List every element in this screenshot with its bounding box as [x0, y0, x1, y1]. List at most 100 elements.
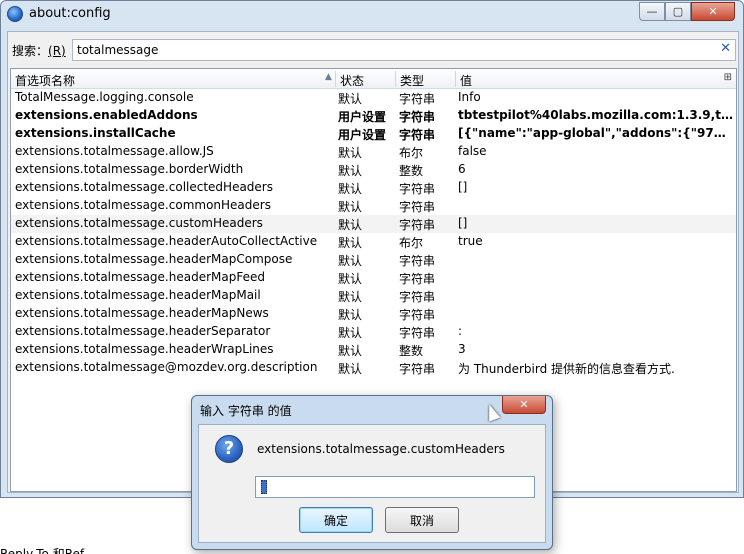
search-accesskey: (R): [48, 44, 66, 58]
table-row[interactable]: TotalMessage.logging.console 默认 字符串 Info: [11, 89, 736, 107]
cell-name: extensions.totalmessage.borderWidth: [15, 162, 244, 176]
cell-type: 字符串: [399, 128, 436, 142]
table-row[interactable]: extensions.totalmessage.borderWidth 默认 整数 6: [11, 161, 736, 179]
table-row[interactable]: extensions.totalmessage.customHeaders 默认 字…: [11, 215, 736, 233]
cell-type: 布尔: [399, 236, 424, 250]
column-separator[interactable]: [395, 71, 396, 87]
table-row[interactable]: extensions.totalmessage.headerMapFeed 默认 字…: [11, 269, 736, 287]
search-label: 搜索：(R): [12, 42, 66, 59]
cell-type: 布尔: [399, 146, 424, 160]
close-button[interactable]: ✕: [691, 2, 735, 21]
cell-status: 默认: [338, 164, 363, 178]
table-row[interactable]: extensions.totalmessage.collectedHeaders…: [11, 179, 736, 197]
cell-type: 字符串: [399, 218, 436, 232]
cell-name: extensions.totalmessage@mozdev.org.descr…: [15, 360, 318, 374]
sort-ascending-icon: ▲: [325, 72, 332, 82]
table-header: 首选项名称 ▲ 状态 类型 值 ⊞: [11, 69, 736, 89]
cell-status: 默认: [338, 344, 363, 358]
table-row[interactable]: extensions.totalmessage.allow.JS 默认 布尔 fals…: [11, 143, 736, 161]
cell-status: 默认: [338, 308, 363, 322]
cell-value: 6: [458, 162, 466, 176]
dialog-message: extensions.totalmessage.customHeaders: [257, 442, 505, 456]
table-row[interactable]: extensions.totalmessage.headerWrapLines 默…: [11, 341, 736, 359]
search-label-text: 搜索：: [12, 44, 49, 58]
cell-status: 用户设置: [338, 128, 387, 142]
ok-button[interactable]: 确定: [299, 507, 373, 533]
question-icon: ?: [215, 435, 243, 463]
dialog-close-button[interactable]: ✕: [502, 396, 546, 414]
cell-type: 字符串: [399, 110, 436, 124]
title-bar[interactable]: about:config — ▢ ✕: [1, 1, 743, 29]
background-page-text: Reply-To 和Ref...: [0, 547, 95, 554]
cell-status: 默认: [338, 254, 363, 268]
cell-name: extensions.totalmessage.headerWrapLines: [15, 342, 274, 356]
column-header-type[interactable]: 类型: [400, 72, 424, 89]
table-row[interactable]: extensions.totalmessage.headerMapNews 默认 字…: [11, 305, 736, 323]
search-input[interactable]: [77, 42, 707, 58]
cell-name: extensions.totalmessage.headerMapCompose: [15, 252, 293, 266]
table-row[interactable]: extensions.enabledAddons 用户设置 字符串 tbtestpil…: [11, 107, 736, 125]
cell-type: 字符串: [399, 200, 436, 214]
column-separator[interactable]: [455, 71, 456, 87]
table-row[interactable]: extensions.totalmessage.headerMapCompose…: [11, 251, 736, 269]
text-caret: [261, 480, 267, 494]
cell-status: 默认: [338, 362, 363, 376]
cell-name: extensions.totalmessage.headerMapFeed: [15, 270, 265, 284]
cell-name: extensions.installCache: [15, 126, 176, 140]
cell-value: 3: [458, 342, 466, 356]
cell-status: 默认: [338, 146, 363, 160]
table-row[interactable]: extensions.installCache 用户设置 字符串 [{"name":"…: [11, 125, 736, 143]
cell-status: 默认: [338, 326, 363, 340]
cell-status: 默认: [338, 236, 363, 250]
value-input[interactable]: [255, 476, 535, 498]
cancel-button[interactable]: 取消: [385, 507, 459, 533]
cell-type: 整数: [399, 344, 424, 358]
edit-string-dialog: 输入 字符串 的值 ✕ ? extensions.totalmessage.cu…: [191, 395, 553, 550]
search-box[interactable]: ✕: [72, 39, 736, 61]
maximize-button[interactable]: ▢: [665, 2, 691, 21]
column-header-name[interactable]: 首选项名称: [15, 72, 75, 89]
column-separator[interactable]: [335, 71, 336, 87]
cell-value: false: [458, 144, 487, 158]
cell-name: extensions.totalmessage.commonHeaders: [15, 198, 271, 212]
cell-status: 默认: [338, 200, 363, 214]
cell-status: 用户设置: [338, 110, 387, 124]
column-header-status[interactable]: 状态: [340, 72, 364, 89]
cell-value: Info: [458, 90, 481, 104]
column-header-value[interactable]: 值: [460, 72, 472, 89]
window-title: about:config: [29, 6, 111, 21]
cell-name: extensions.totalmessage.headerMapMail: [15, 288, 261, 302]
cell-type: 字符串: [399, 290, 436, 304]
cell-name: extensions.totalmessage.collectedHeaders: [15, 180, 273, 194]
cell-name: extensions.enabledAddons: [15, 108, 198, 122]
clear-search-icon[interactable]: ✕: [720, 41, 731, 56]
cell-status: 默认: [338, 182, 363, 196]
dialog-body: ? extensions.totalmessage.customHeaders …: [198, 424, 546, 543]
cell-value: :: [458, 324, 463, 338]
minimize-button[interactable]: —: [639, 2, 665, 21]
column-picker-icon[interactable]: ⊞: [724, 72, 732, 83]
cell-value: true: [458, 234, 483, 248]
cell-name: extensions.totalmessage.customHeaders: [15, 216, 263, 230]
cell-type: 字符串: [399, 272, 436, 286]
table-body: TotalMessage.logging.console 默认 字符串 Info ext…: [11, 89, 736, 377]
table-row[interactable]: extensions.totalmessage.headerMapMail 默认 字…: [11, 287, 736, 305]
cell-value: []: [458, 216, 468, 230]
table-row[interactable]: extensions.totalmessage.commonHeaders 默认 字…: [11, 197, 736, 215]
cell-status: 默认: [338, 92, 363, 106]
cell-type: 字符串: [399, 362, 436, 376]
table-row[interactable]: extensions.totalmessage@mozdev.org.descr…: [11, 359, 736, 377]
cell-status: 默认: [338, 290, 363, 304]
cell-name: extensions.totalmessage.headerAutoCollec…: [15, 234, 318, 248]
table-row[interactable]: extensions.totalmessage.headerAutoCollec…: [11, 233, 736, 251]
table-row[interactable]: extensions.totalmessage.headerSeparator 默…: [11, 323, 736, 341]
cell-value: 为 Thunderbird 提供新的信息查看方式.: [458, 362, 675, 376]
cell-type: 字符串: [399, 326, 436, 340]
cell-type: 整数: [399, 164, 424, 178]
search-row: 搜索：(R) ✕: [8, 38, 738, 62]
cell-value: [{"name":"app-global","addons":{"972ce4c…: [458, 126, 734, 140]
thunderbird-app-icon: [7, 6, 23, 22]
cell-type: 字符串: [399, 254, 436, 268]
cell-status: 默认: [338, 218, 363, 232]
cell-name: extensions.totalmessage.allow.JS: [15, 144, 214, 158]
